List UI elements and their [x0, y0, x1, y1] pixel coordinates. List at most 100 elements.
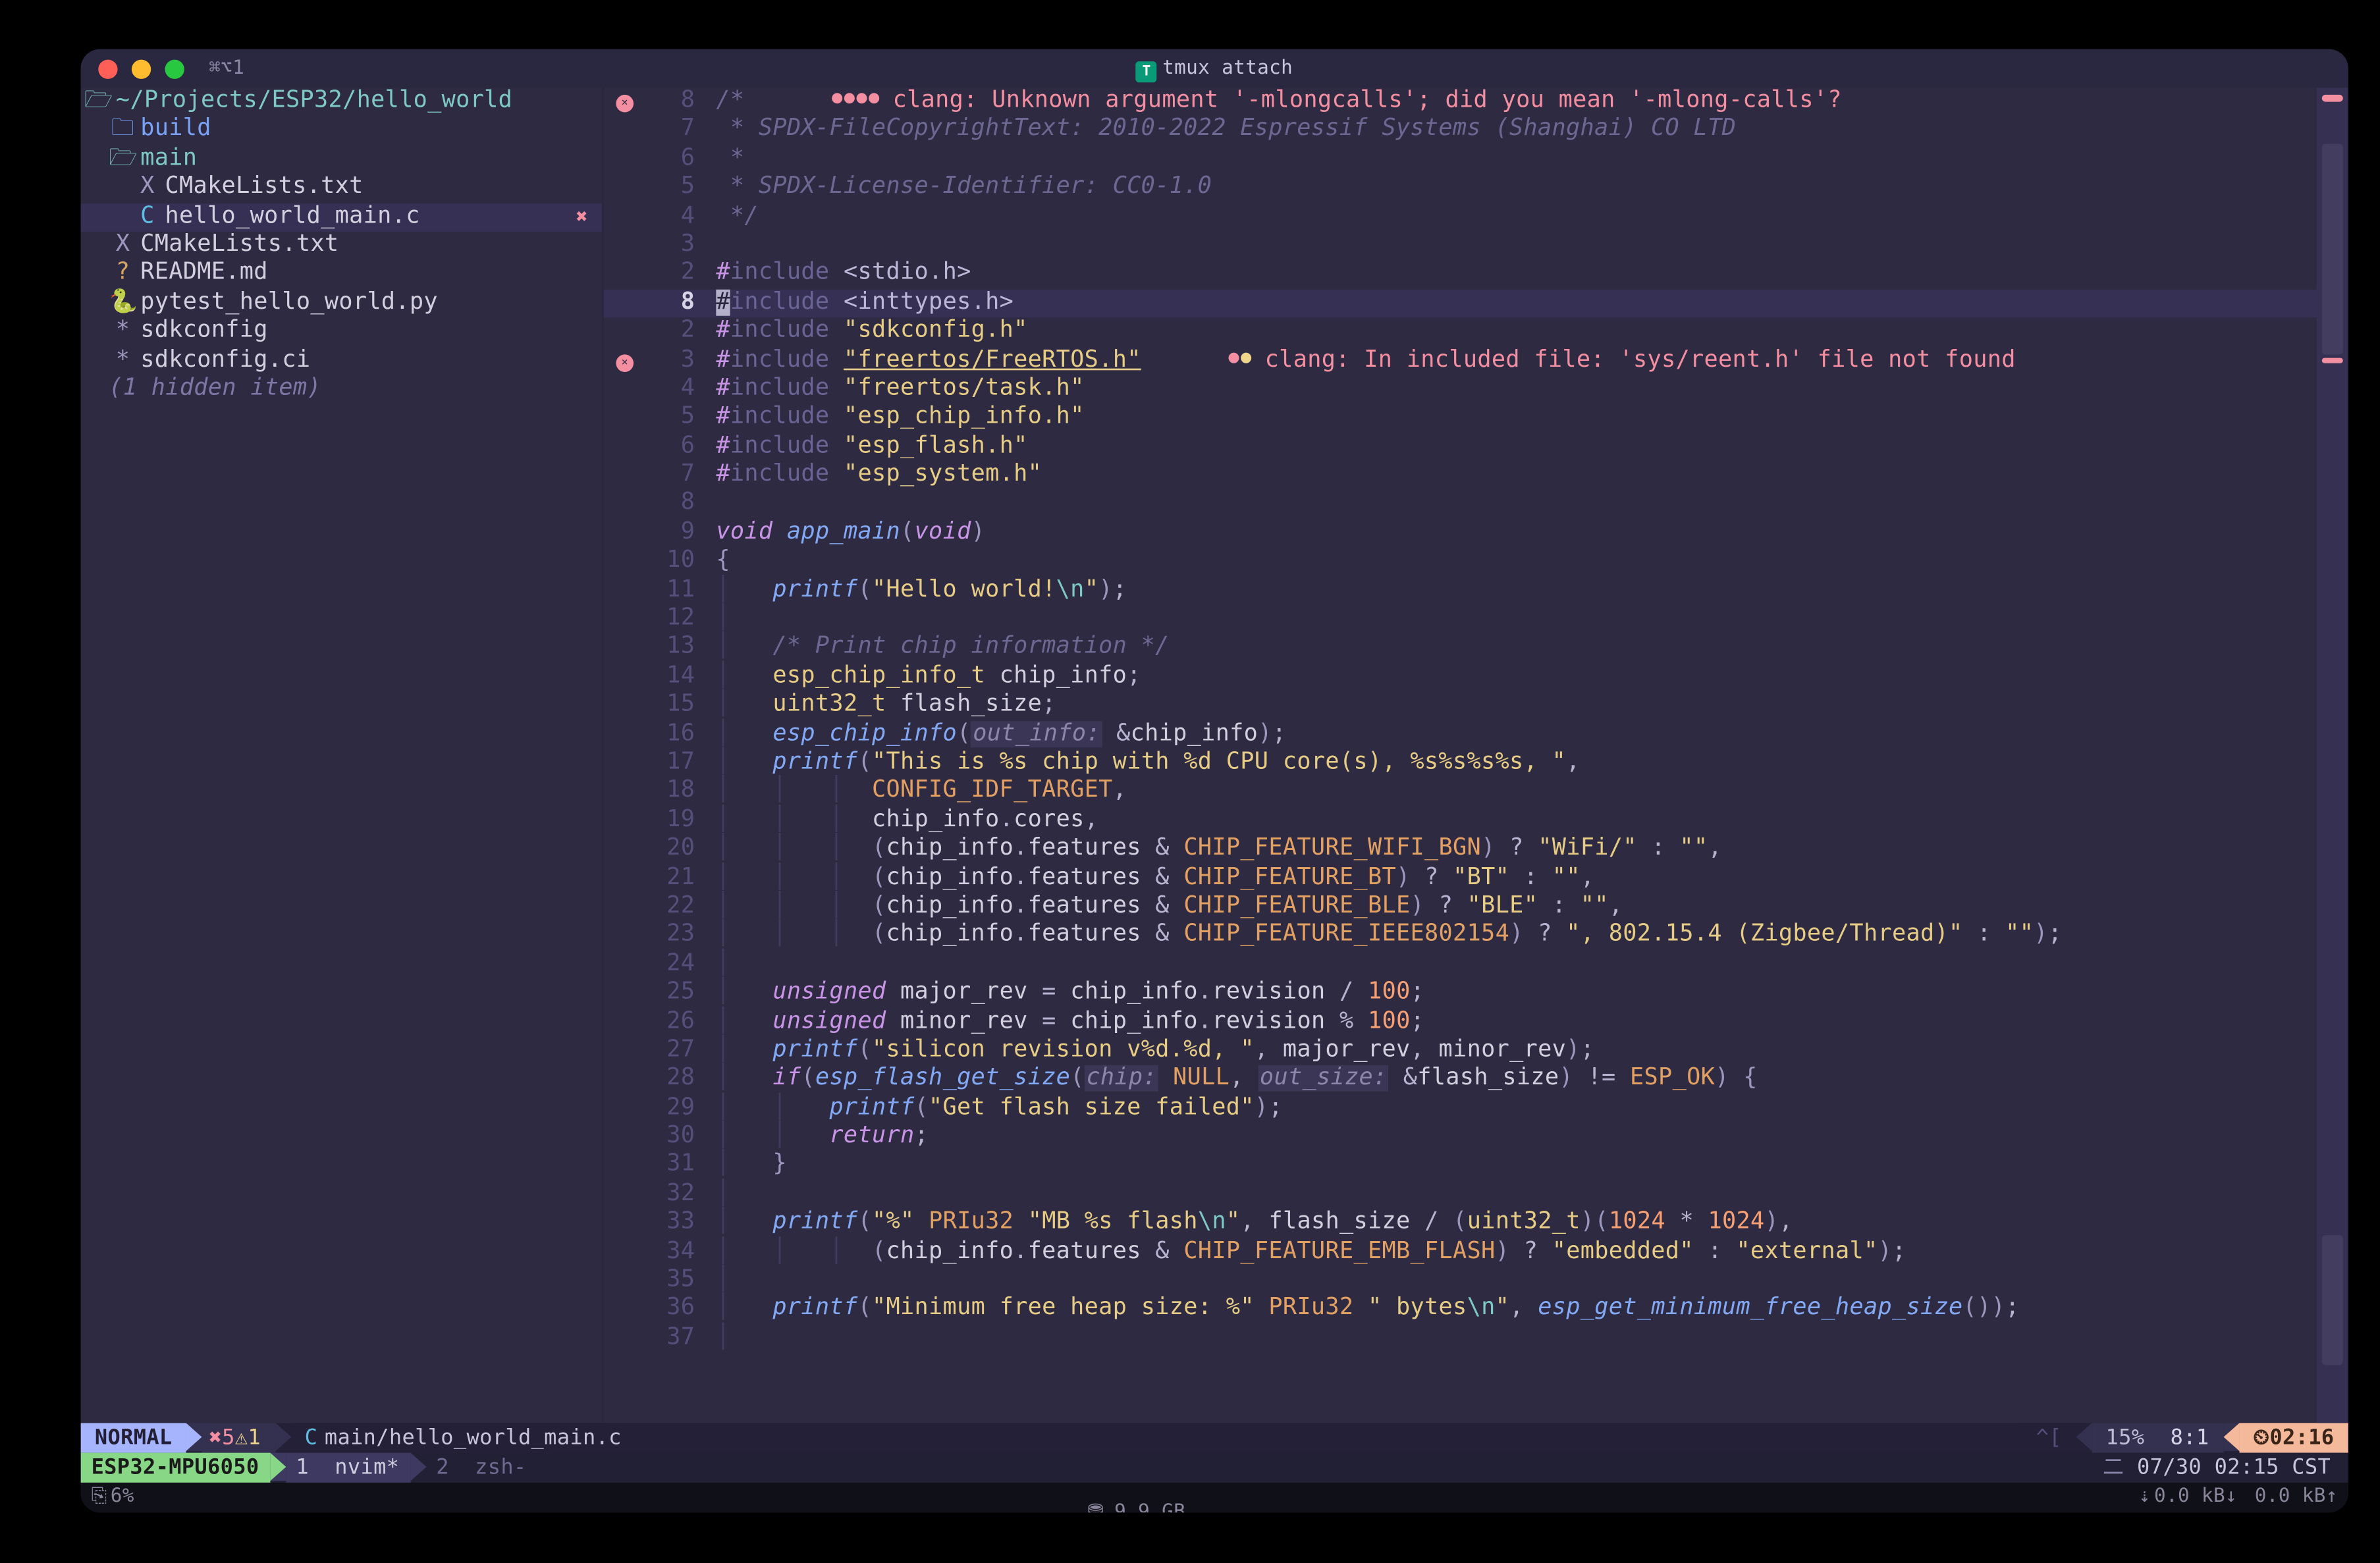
- code-content[interactable]: {: [716, 548, 2316, 577]
- tree-item[interactable]: 🐍pytest_hello_world.py: [81, 289, 603, 318]
- close-icon[interactable]: ✖: [576, 203, 588, 232]
- code-line[interactable]: 9void app_main(void): [604, 519, 2317, 548]
- code-line[interactable]: 32│: [604, 1180, 2317, 1209]
- code-content[interactable]: #include "esp_flash.h": [716, 433, 2316, 462]
- code-line[interactable]: 6#include "esp_flash.h": [604, 433, 2317, 462]
- code-line[interactable]: 27│ printf("silicon revision v%d.%d, ", …: [604, 1037, 2317, 1066]
- code-content[interactable]: │ printf("Minimum free heap size: %" PRI…: [716, 1296, 2316, 1325]
- code-content[interactable]: void app_main(void): [716, 519, 2316, 548]
- code-content[interactable]: │ /* Print chip information */: [716, 634, 2316, 663]
- code-line[interactable]: 28│ if(esp_flash_get_size(chip: NULL, ou…: [604, 1065, 2317, 1094]
- code-content[interactable]: #include "esp_chip_info.h": [716, 404, 2316, 433]
- code-content[interactable]: │ if(esp_flash_get_size(chip: NULL, out_…: [716, 1065, 2316, 1094]
- code-line[interactable]: 23│ │ │ (chip_info.features & CHIP_FEATU…: [604, 922, 2317, 951]
- tree-item[interactable]: XCMakeLists.txt: [81, 232, 603, 261]
- code-line[interactable]: 12│: [604, 606, 2317, 635]
- code-line[interactable]: ✕ 8/* clang: Unknown argument '-mlongcal…: [604, 88, 2317, 117]
- code-line[interactable]: 10{: [604, 548, 2317, 577]
- tree-item[interactable]: 🗀build: [81, 117, 603, 146]
- code-content[interactable]: │: [716, 606, 2316, 635]
- code-content[interactable]: │ printf("%" PRIu32 "MB %s flash\n", fla…: [716, 1209, 2316, 1238]
- code-line[interactable]: 8#include <inttypes.h>: [604, 289, 2317, 318]
- code-line[interactable]: 3: [604, 232, 2317, 261]
- code-content[interactable]: #include "freertos/task.h": [716, 375, 2316, 404]
- code-line[interactable]: 26│ unsigned minor_rev = chip_info.revis…: [604, 1008, 2317, 1037]
- code-line[interactable]: 5#include "esp_chip_info.h": [604, 404, 2317, 433]
- code-line[interactable]: 33│ printf("%" PRIu32 "MB %s flash\n", f…: [604, 1209, 2317, 1238]
- code-content[interactable]: /* clang: Unknown argument '-mlongcalls'…: [716, 88, 2316, 117]
- code-content[interactable]: │: [716, 1325, 2316, 1354]
- tree-item[interactable]: Chello_world_main.c✖: [81, 203, 603, 232]
- code-line[interactable]: 35│: [604, 1267, 2317, 1296]
- code-content[interactable]: [716, 232, 2316, 261]
- code-line[interactable]: 13│ /* Print chip information */: [604, 634, 2317, 663]
- code-line[interactable]: 17│ printf("This is %s chip with %d CPU …: [604, 749, 2317, 778]
- code-line[interactable]: 8: [604, 490, 2317, 519]
- code-line[interactable]: 2#include "sdkconfig.h": [604, 318, 2317, 347]
- code-content[interactable]: │ │ │ chip_info.cores,: [716, 807, 2316, 835]
- code-content[interactable]: │ │ │ (chip_info.features & CHIP_FEATURE…: [716, 835, 2316, 864]
- code-content[interactable]: * SPDX-FileCopyrightText: 2010-2022 Espr…: [716, 117, 2316, 146]
- tree-root[interactable]: 🗁 ~/Projects/ESP32/hello_world: [81, 88, 603, 117]
- code-content[interactable]: │ printf("silicon revision v%d.%d, ", ma…: [716, 1037, 2316, 1066]
- code-content[interactable]: │ uint32_t flash_size;: [716, 692, 2316, 721]
- code-content[interactable]: #include "sdkconfig.h": [716, 318, 2316, 347]
- file-tree[interactable]: 🗁 ~/Projects/ESP32/hello_world 🗀build🗁ma…: [81, 88, 604, 1423]
- code-content[interactable]: │ unsigned major_rev = chip_info.revisio…: [716, 979, 2316, 1008]
- code-line[interactable]: 24│: [604, 951, 2317, 980]
- code-line[interactable]: 21│ │ │ (chip_info.features & CHIP_FEATU…: [604, 864, 2317, 893]
- close-icon[interactable]: [98, 59, 117, 78]
- code-content[interactable]: │ printf("Hello world!\n");: [716, 577, 2316, 606]
- code-line[interactable]: 4#include "freertos/task.h": [604, 375, 2317, 404]
- code-line[interactable]: 14│ esp_chip_info_t chip_info;: [604, 663, 2317, 692]
- fullscreen-icon[interactable]: [165, 59, 184, 78]
- code-line[interactable]: 5 * SPDX-License-Identifier: CC0-1.0: [604, 174, 2317, 203]
- code-content[interactable]: │: [716, 1180, 2316, 1209]
- code-content[interactable]: │ printf("This is %s chip with %d CPU co…: [716, 749, 2316, 778]
- code-line[interactable]: 36│ printf("Minimum free heap size: %" P…: [604, 1296, 2317, 1325]
- code-content[interactable]: │ │ printf("Get flash size failed");: [716, 1094, 2316, 1123]
- code-content[interactable]: #include <inttypes.h>: [716, 289, 2316, 318]
- code-line[interactable]: 29│ │ printf("Get flash size failed");: [604, 1094, 2317, 1123]
- code-line[interactable]: 19│ │ │ chip_info.cores,: [604, 807, 2317, 835]
- minimize-icon[interactable]: [132, 59, 151, 78]
- code-content[interactable]: │ │ │ (chip_info.features & CHIP_FEATURE…: [716, 893, 2316, 922]
- code-line[interactable]: 31│ }: [604, 1152, 2317, 1180]
- code-line[interactable]: 16│ esp_chip_info(out_info: &chip_info);: [604, 720, 2317, 749]
- code-line[interactable]: 15│ uint32_t flash_size;: [604, 692, 2317, 721]
- code-line[interactable]: ✕ 3#include "freertos/FreeRTOS.h" clang:…: [604, 346, 2317, 375]
- tree-item[interactable]: 🗁main: [81, 146, 603, 174]
- code-line[interactable]: 6 *: [604, 146, 2317, 174]
- code-line[interactable]: 11│ printf("Hello world!\n");: [604, 577, 2317, 606]
- code-line[interactable]: 37│: [604, 1325, 2317, 1354]
- code-line[interactable]: 20│ │ │ (chip_info.features & CHIP_FEATU…: [604, 835, 2317, 864]
- tree-item[interactable]: XCMakeLists.txt: [81, 174, 603, 203]
- code-content[interactable]: */: [716, 203, 2316, 232]
- code-line[interactable]: 18│ │ │ CONFIG_IDF_TARGET,: [604, 778, 2317, 807]
- code-content[interactable]: │ │ │ (chip_info.features & CHIP_FEATURE…: [716, 922, 2316, 951]
- code-line[interactable]: 34│ │ │ (chip_info.features & CHIP_FEATU…: [604, 1238, 2317, 1267]
- code-content[interactable]: #include <stdio.h>: [716, 260, 2316, 289]
- code-line[interactable]: 4 */: [604, 203, 2317, 232]
- code-content[interactable]: #include "esp_system.h": [716, 462, 2316, 490]
- tree-item[interactable]: ?README.md: [81, 260, 603, 289]
- scrollbar[interactable]: [2317, 88, 2348, 1423]
- tmux-window-active[interactable]: 1 nvim*: [285, 1453, 410, 1483]
- code-content[interactable]: │ esp_chip_info_t chip_info;: [716, 663, 2316, 692]
- code-content[interactable]: * SPDX-License-Identifier: CC0-1.0: [716, 174, 2316, 203]
- code-content[interactable]: │ }: [716, 1152, 2316, 1180]
- code-line[interactable]: 30│ │ return;: [604, 1123, 2317, 1152]
- code-content[interactable]: │ esp_chip_info(out_info: &chip_info);: [716, 720, 2316, 749]
- tmux-session[interactable]: ESP32-MPU6050: [81, 1453, 270, 1483]
- code-line[interactable]: 7#include "esp_system.h": [604, 462, 2317, 490]
- code-line[interactable]: 2#include <stdio.h>: [604, 260, 2317, 289]
- code-content[interactable]: │: [716, 951, 2316, 980]
- code-content[interactable]: │: [716, 1267, 2316, 1296]
- code-line[interactable]: 22│ │ │ (chip_info.features & CHIP_FEATU…: [604, 893, 2317, 922]
- tree-item[interactable]: *sdkconfig.ci: [81, 346, 603, 375]
- code-content[interactable]: │ │ │ (chip_info.features & CHIP_FEATURE…: [716, 1238, 2316, 1267]
- tree-item[interactable]: *sdkconfig: [81, 318, 603, 347]
- code-content[interactable]: │ │ │ (chip_info.features & CHIP_FEATURE…: [716, 864, 2316, 893]
- code-line[interactable]: 25│ unsigned major_rev = chip_info.revis…: [604, 979, 2317, 1008]
- code-content[interactable]: │ │ │ CONFIG_IDF_TARGET,: [716, 778, 2316, 807]
